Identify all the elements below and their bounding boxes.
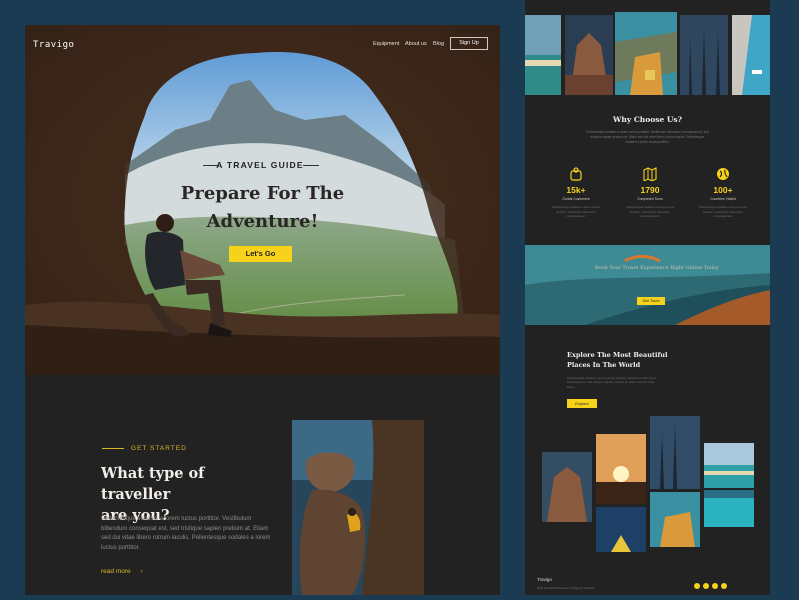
why-choose-title: Why Choose Us? <box>612 115 683 124</box>
read-more-label: read more <box>101 568 131 575</box>
boat-bay-photo <box>732 15 770 95</box>
hero-title-line1: Prepare For The <box>180 183 345 204</box>
landing-page: Travigo Equipment About us Blog Sign Up … <box>25 25 500 595</box>
see-tours-button[interactable]: See Tours <box>637 297 665 305</box>
why-choose-body: Pellentesque sodales a lorem luctus port… <box>586 130 709 144</box>
paraglider-banner <box>525 245 770 325</box>
rock-formation-photo <box>292 420 424 595</box>
gallery-winter-forest-photo <box>650 416 700 489</box>
chevron-right-icon: › <box>140 568 143 575</box>
traveller-section: GET STARTED What type of traveller are y… <box>25 375 500 595</box>
nav-blog[interactable]: Blog <box>433 41 444 47</box>
eyebrow-rule <box>102 448 124 449</box>
stat-tours-value: 1790 <box>640 185 660 195</box>
youtube-icon[interactable] <box>721 583 727 589</box>
globe-icon <box>717 168 729 180</box>
banner-text: Book Your Travel Experience Right Online… <box>595 265 719 271</box>
lets-go-button[interactable]: Let's Go <box>229 246 292 262</box>
nav-equipment[interactable]: Equipment <box>373 41 399 47</box>
winter-forest-photo <box>680 15 728 95</box>
explore-title-line2: Places In The World <box>567 361 641 369</box>
section-body: Pellentesque sodales a lorem luctus port… <box>101 516 271 551</box>
twitter-icon[interactable] <box>712 583 718 589</box>
stat-countries-label: Countries Visited <box>710 197 736 201</box>
footer-logo[interactable]: Travigo <box>537 577 552 582</box>
traveller-icon <box>570 167 582 181</box>
stat-customers-label: Global Customers <box>562 197 590 201</box>
explore-button[interactable]: Explore <box>567 399 597 408</box>
gallery-tropical-beach-photo <box>704 443 754 488</box>
section-eyebrow: GET STARTED <box>131 445 187 452</box>
gallery-coastal-village-photo <box>650 492 700 547</box>
gallery-sunset-friends-photo <box>596 434 646 504</box>
stat-countries-desc: Pellentesque sodales a lorem luctus port… <box>698 205 748 218</box>
stat-customers-value: 15k+ <box>566 185 586 195</box>
nav-about[interactable]: About us <box>405 41 427 47</box>
hero-title: Prepare For The Adventure! <box>155 180 370 236</box>
explore-title: Explore The Most Beautiful Places In The… <box>567 350 677 370</box>
beach-photo <box>525 15 561 95</box>
instagram-icon[interactable] <box>703 583 709 589</box>
gallery-tent-photo <box>596 507 646 552</box>
stat-customers-desc: Pellentesque sodales a lorem luctus port… <box>551 205 601 218</box>
section-title-line1: What type of traveller <box>101 465 205 503</box>
explore-title-line1: Explore The Most Beautiful <box>567 351 668 359</box>
facebook-icon[interactable] <box>694 583 700 589</box>
map-icon <box>643 167 657 181</box>
stat-tours-desc: Pellentesque sodales a lorem luctus port… <box>625 205 675 218</box>
brand-logo[interactable]: Travigo <box>33 40 74 50</box>
stat-tours-label: Completed Tours <box>637 197 663 201</box>
explore-body: Pellentesque sodales a lorem luctus port… <box>567 376 657 389</box>
read-more-link[interactable]: read more › <box>101 568 143 575</box>
rock-arch-photo <box>565 15 613 95</box>
sign-up-button[interactable]: Sign Up <box>450 37 488 50</box>
hero-title-line2: Adventure! <box>206 211 319 232</box>
gallery-rock-arch-photo <box>542 452 592 522</box>
eyebrow-rule-right <box>303 165 319 166</box>
coastal-village-photo <box>615 12 677 95</box>
gallery-lagoon-photo <box>704 490 754 527</box>
footer-copyright: 2021 All Rights Reserved. Travigo by Web… <box>537 586 595 590</box>
stat-countries-value: 100+ <box>713 185 733 195</box>
landing-page-sections: Why Choose Us? Pellentesque sodales a lo… <box>525 0 770 595</box>
